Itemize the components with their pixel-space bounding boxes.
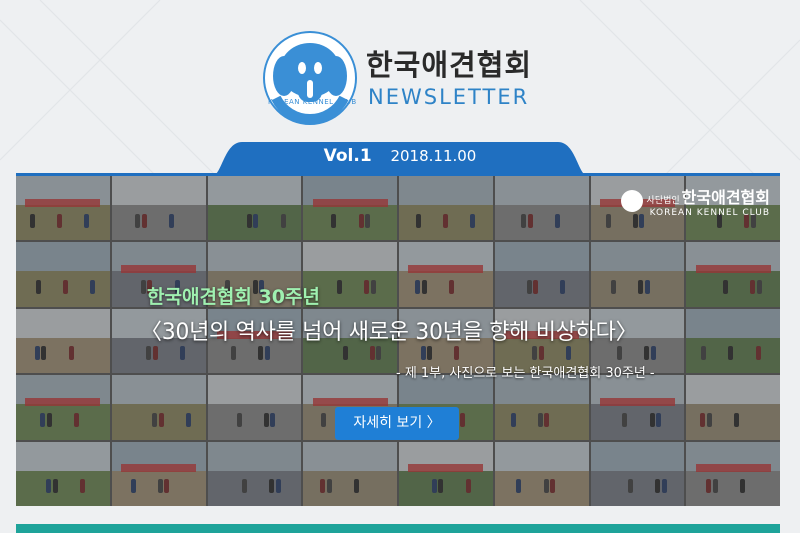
hero-watermark: 사단법인 한국애견협회 KOREAN KENNEL CLUB — [620, 184, 770, 218]
hero-part-caption: - 제 1부, 사진으로 보는 한국애견협회 30주년 - — [396, 366, 655, 381]
newsletter-title: NEWSLETTER — [368, 85, 530, 109]
hero-title: 〈30년의 역사를 넘어 새로운 30년을 향해 비상하다〉 — [140, 320, 638, 345]
watermark-name: 한국애견협회 — [681, 188, 770, 207]
issue-date: 2018.11.00 — [390, 147, 477, 165]
watermark-en: KOREAN KENNEL CLUB — [649, 208, 770, 218]
logo-caption: KOREAN KENNEL CLUB — [268, 98, 357, 106]
next-section-bar — [16, 524, 780, 533]
watermark-prefix: 사단법인 — [646, 196, 680, 206]
logo-badge-icon — [263, 31, 357, 125]
hero-subtitle: 한국애견협회 30주년 — [147, 286, 320, 308]
org-name: 한국애견협회 — [366, 48, 533, 82]
details-button[interactable]: 자세히 보기 〉 — [335, 407, 459, 440]
volume-info: Vol.1 2018.11.00 — [212, 146, 588, 166]
hero-banner[interactable]: 사단법인 한국애견협회 KOREAN KENNEL CLUB 한국애견협회 30주… — [16, 173, 780, 506]
volume-label: Vol.1 — [323, 146, 372, 166]
kkc-dog-icon — [620, 190, 643, 212]
